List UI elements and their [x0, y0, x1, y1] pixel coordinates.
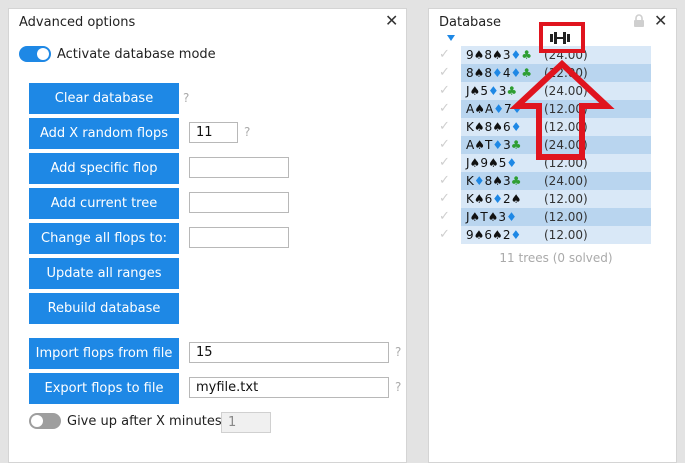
checkmark-icon[interactable]: ✓ [439, 119, 450, 134]
database-row[interactable]: 8♠8♦4♦♣ (12.00) [461, 64, 651, 82]
give-up-label: Give up after X minutes: [67, 414, 227, 429]
import-flops-button[interactable]: Import flops from file [29, 338, 179, 369]
rebuild-database-button[interactable]: Rebuild database [29, 293, 179, 324]
flop-weight: (12.00) [544, 102, 588, 116]
give-up-minutes-input[interactable]: 1 [221, 412, 271, 433]
checkmark-icon[interactable]: ✓ [439, 155, 450, 170]
advanced-options-panel: Advanced options ✕ Activate database mod… [8, 8, 407, 463]
sort-arrow-icon[interactable] [447, 35, 455, 41]
flop-cards: K♠6♦2♠ [466, 192, 522, 206]
flop-cards: J♠9♠5♦ [466, 156, 518, 170]
flop-cards: A♠T♦3♣ [466, 138, 522, 152]
specific-flop-input[interactable] [189, 157, 289, 178]
flop-cards: 9♠6♠2♦ [466, 228, 522, 242]
activate-database-label: Activate database mode [57, 47, 216, 62]
export-flops-button[interactable]: Export flops to file [29, 373, 179, 404]
import-input[interactable]: 15 [189, 342, 389, 363]
flop-weight: (12.00) [544, 228, 588, 242]
help-icon[interactable]: ? [183, 91, 189, 105]
flop-cards: 8♠8♦4♦♣ [466, 66, 532, 80]
activate-database-toggle[interactable] [19, 46, 51, 62]
database-row[interactable]: J♠5♦3♣ (24.00) [461, 82, 651, 100]
flop-cards: 9♠8♠3♦♣ [466, 48, 532, 62]
checkmark-icon[interactable]: ✓ [439, 65, 450, 80]
flop-weight: (12.00) [544, 210, 588, 224]
add-random-flops-button[interactable]: Add X random flops [29, 118, 179, 149]
database-row[interactable]: J♠T♠3♦ (12.00) [461, 208, 651, 226]
checkmark-icon[interactable]: ✓ [439, 173, 450, 188]
database-row[interactable]: K♠6♦2♠ (12.00) [461, 190, 651, 208]
tree-count-label: 11 trees (0 solved) [499, 251, 613, 265]
checkmark-icon[interactable]: ✓ [439, 101, 450, 116]
database-row[interactable]: J♠9♠5♦ (12.00) [461, 154, 651, 172]
change-all-flops-input[interactable] [189, 227, 289, 248]
add-specific-flop-button[interactable]: Add specific flop [29, 153, 179, 184]
dumbbell-icon[interactable] [549, 31, 571, 45]
checkmark-icon[interactable]: ✓ [439, 227, 450, 242]
flop-cards: J♠5♦3♣ [466, 84, 518, 98]
update-all-ranges-button[interactable]: Update all ranges [29, 258, 179, 289]
flop-weight: (12.00) [544, 66, 588, 80]
help-icon[interactable]: ? [395, 380, 401, 394]
database-row[interactable]: 9♠8♠3♦♣ (24.00) [461, 46, 651, 64]
checkmark-icon[interactable]: ✓ [439, 137, 450, 152]
flop-weight: (12.00) [544, 192, 588, 206]
panel-title: Advanced options [19, 15, 136, 30]
clear-database-button[interactable]: Clear database [29, 83, 179, 114]
database-row[interactable]: K♠8♠6♦ (12.00) [461, 118, 651, 136]
flop-cards: K♦8♠3♣ [466, 174, 522, 188]
flop-weight: (12.00) [544, 156, 588, 170]
flop-weight: (24.00) [544, 48, 588, 62]
panel-title: Database [439, 15, 502, 30]
flop-cards: K♠8♠6♦ [466, 120, 522, 134]
flop-cards: J♠T♠3♦ [466, 210, 517, 224]
change-all-flops-button[interactable]: Change all flops to: [29, 223, 179, 254]
export-input[interactable]: myfile.txt [189, 377, 389, 398]
close-icon[interactable]: ✕ [654, 12, 667, 30]
database-row[interactable]: K♦8♠3♣ (24.00) [461, 172, 651, 190]
flop-weight: (24.00) [544, 174, 588, 188]
flop-weight: (24.00) [544, 84, 588, 98]
random-count-input[interactable]: 11 [189, 122, 238, 143]
checkmark-icon[interactable]: ✓ [439, 191, 450, 206]
checkmark-icon[interactable]: ✓ [439, 83, 450, 98]
checkmark-icon[interactable]: ✓ [439, 47, 450, 62]
add-current-tree-button[interactable]: Add current tree [29, 188, 179, 219]
current-tree-input[interactable] [189, 192, 289, 213]
flop-cards: A♠A♦7♦ [466, 102, 523, 116]
lock-icon[interactable] [633, 14, 645, 28]
database-row[interactable]: 9♠6♠2♦ (12.00) [461, 226, 651, 244]
help-icon[interactable]: ? [395, 345, 401, 359]
flop-weight: (24.00) [544, 138, 588, 152]
database-row[interactable]: A♠T♦3♣ (24.00) [461, 136, 651, 154]
close-icon[interactable]: ✕ [385, 12, 398, 30]
checkmark-icon[interactable]: ✓ [439, 209, 450, 224]
flop-weight: (12.00) [544, 120, 588, 134]
database-row[interactable]: A♠A♦7♦ (12.00) [461, 100, 651, 118]
database-panel: Database ✕ ✓ 9♠8♠3♦♣ (24.00) ✓ 8♠8♦4♦♣ (12.00… [428, 8, 677, 463]
help-icon[interactable]: ? [244, 125, 250, 139]
give-up-toggle[interactable] [29, 413, 61, 429]
